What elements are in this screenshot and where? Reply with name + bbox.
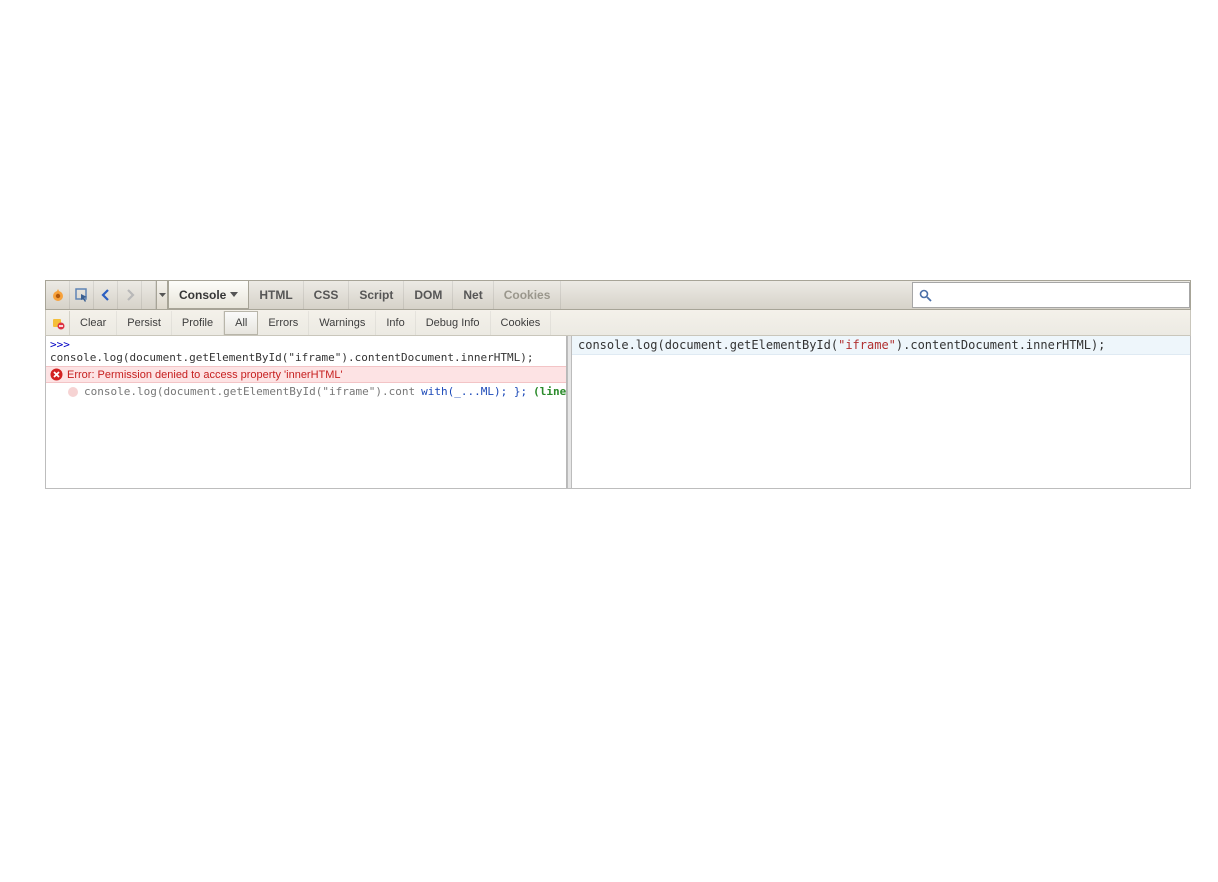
break-on-error-icon[interactable] [46, 311, 70, 335]
button-label: Warnings [319, 317, 365, 329]
error-icon [50, 368, 63, 381]
chevron-down-icon [230, 292, 238, 297]
console-toolbar: Clear Persist Profile All Errors Warning… [45, 310, 1191, 336]
button-label: Clear [80, 317, 106, 329]
tab-css[interactable]: CSS [304, 281, 350, 309]
forward-button[interactable] [118, 281, 142, 309]
tab-label: Net [463, 288, 482, 302]
tab-label: Console [179, 288, 226, 302]
button-label: All [235, 317, 247, 329]
code-string: "iframe" [838, 338, 896, 352]
trace-line-number: (line 2) [533, 385, 567, 398]
tab-dom[interactable]: DOM [404, 281, 453, 309]
tab-label: CSS [314, 288, 339, 302]
button-label: Cookies [501, 317, 541, 329]
panel-selector-dropdown[interactable] [156, 281, 168, 309]
toolbar-divider [142, 281, 156, 309]
inspect-icon[interactable] [70, 281, 94, 309]
button-label: Persist [127, 317, 161, 329]
trace-code: console.log(document.getElementById("ifr… [84, 385, 415, 398]
search-input[interactable] [932, 289, 1189, 301]
console-error-row[interactable]: Error: Permission denied to access prope… [46, 366, 566, 383]
tab-label: HTML [259, 288, 292, 302]
search-box[interactable] [912, 282, 1190, 308]
editor-line[interactable]: console.log(document.getElementById("ifr… [572, 336, 1190, 355]
command-editor[interactable]: console.log(document.getElementById("ifr… [572, 336, 1190, 488]
code-text: console.log(document.getElementById( [578, 338, 838, 352]
filter-errors-button[interactable]: Errors [258, 311, 309, 335]
console-panels: >>> console.log(document.getElementById(… [45, 336, 1191, 489]
filter-warnings-button[interactable]: Warnings [309, 311, 376, 335]
trace-marker-icon [68, 387, 78, 397]
console-prompt: >>> [46, 336, 566, 351]
search-icon [919, 289, 932, 302]
firebug-panel: Console HTML CSS Script DOM Net Cookies [45, 280, 1191, 489]
stack-trace-row[interactable]: console.log(document.getElementById("ifr… [46, 383, 566, 400]
tab-script[interactable]: Script [349, 281, 404, 309]
console-command: console.log(document.getElementById("ifr… [46, 351, 566, 366]
error-message: Error: Permission denied to access prope… [67, 369, 343, 381]
tab-net[interactable]: Net [453, 281, 493, 309]
button-label: Errors [268, 317, 298, 329]
filter-cookies-button[interactable]: Cookies [491, 311, 552, 335]
persist-button[interactable]: Persist [117, 311, 172, 335]
main-tabs: Console HTML CSS Script DOM Net Cookies [168, 281, 561, 309]
clear-button[interactable]: Clear [70, 311, 117, 335]
tab-cookies[interactable]: Cookies [494, 281, 562, 309]
button-label: Profile [182, 317, 213, 329]
button-label: Info [386, 317, 404, 329]
tab-console[interactable]: Console [168, 281, 249, 309]
filter-debug-button[interactable]: Debug Info [416, 311, 491, 335]
filter-all-button[interactable]: All [224, 311, 258, 335]
trace-source-link[interactable]: with(_...ML); }; [421, 385, 527, 398]
back-button[interactable] [94, 281, 118, 309]
code-text: ).contentDocument.innerHTML); [896, 338, 1106, 352]
main-toolbar: Console HTML CSS Script DOM Net Cookies [45, 280, 1191, 310]
button-label: Debug Info [426, 317, 480, 329]
tab-label: DOM [414, 288, 442, 302]
tab-label: Cookies [504, 288, 551, 302]
profile-button[interactable]: Profile [172, 311, 224, 335]
firebug-icon[interactable] [46, 281, 70, 309]
tab-html[interactable]: HTML [249, 281, 303, 309]
tab-label: Script [359, 288, 393, 302]
filter-info-button[interactable]: Info [376, 311, 415, 335]
console-output[interactable]: >>> console.log(document.getElementById(… [46, 336, 567, 488]
